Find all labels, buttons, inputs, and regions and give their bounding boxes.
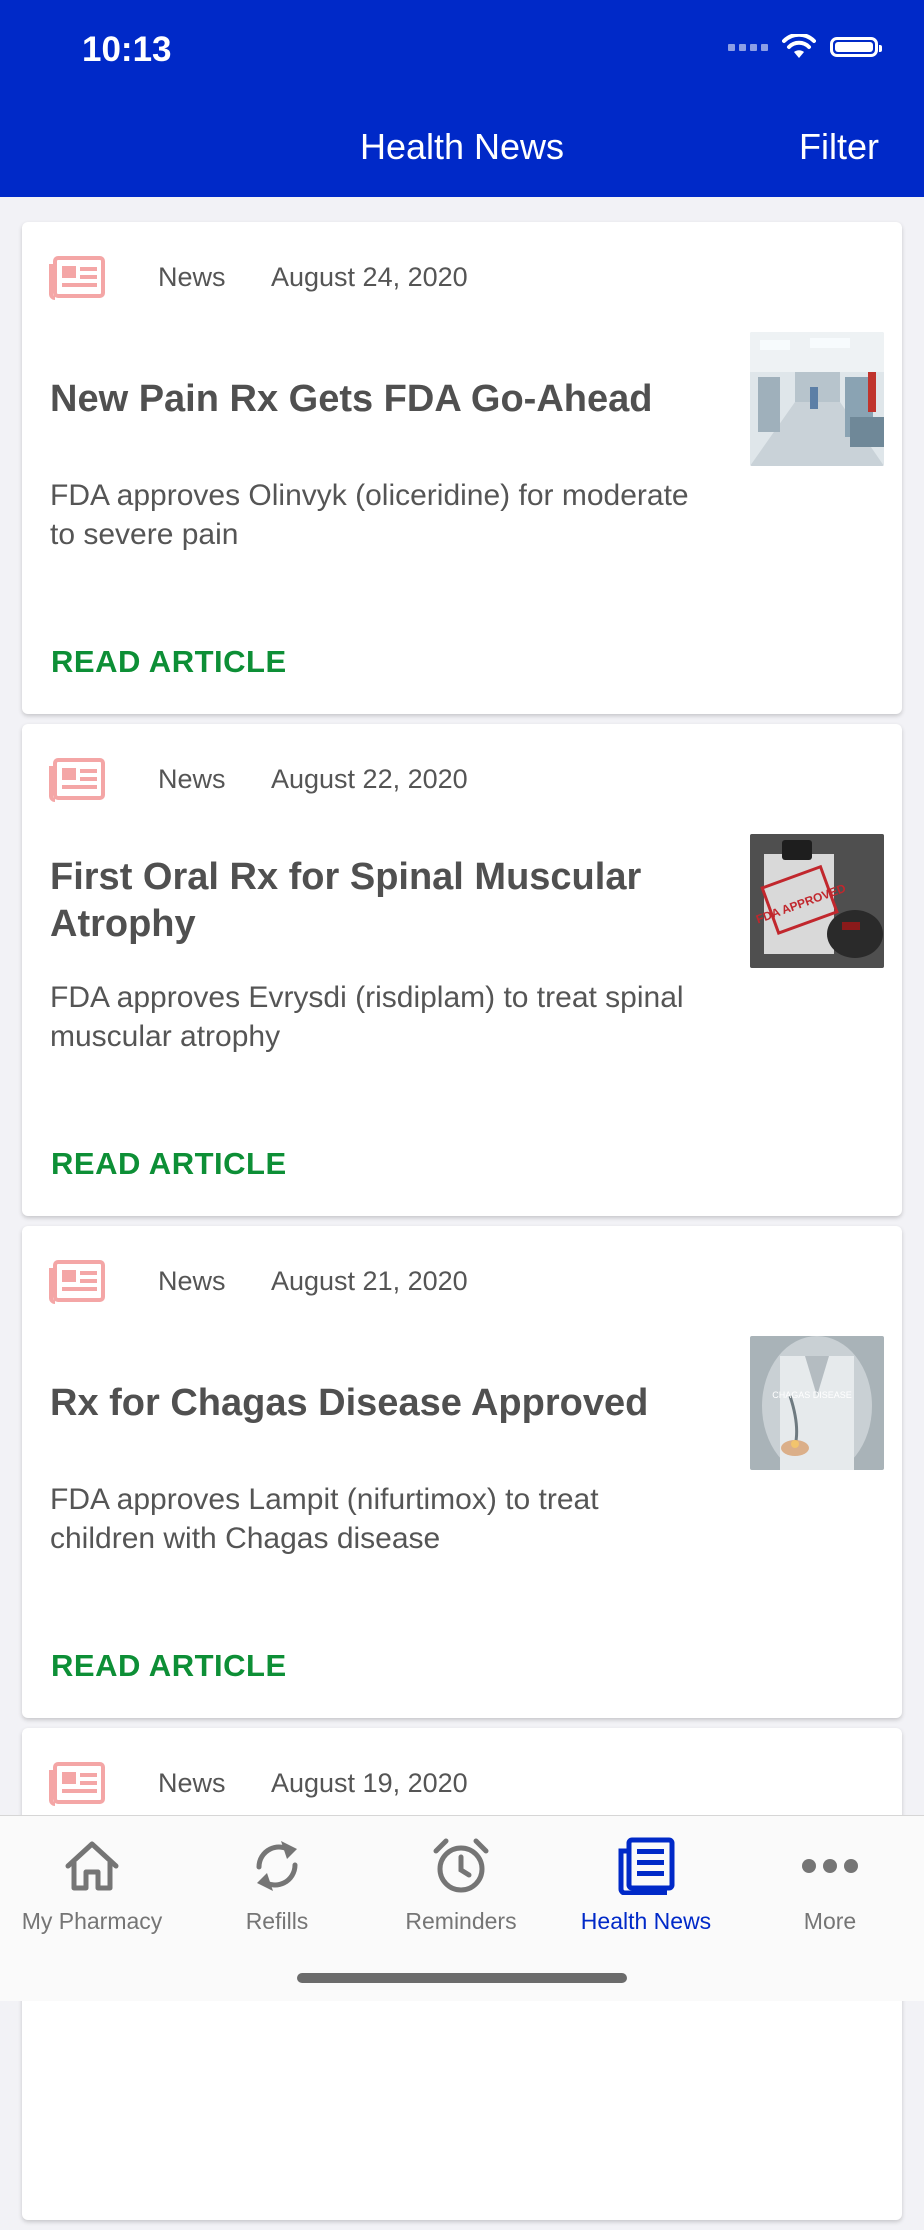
newspaper-icon	[49, 256, 105, 300]
alarm-clock-icon	[433, 1838, 489, 1893]
newspaper-icon	[618, 1837, 675, 1895]
article-description: FDA approves Lampit (nifurtimox) to trea…	[50, 1483, 599, 1555]
filter-button[interactable]: Filter	[799, 126, 879, 168]
tab-label: My Pharmacy	[21, 1908, 163, 1934]
doctor-chagas-disease-image[interactable]: CHAGAS DISEASE	[750, 1336, 884, 1470]
article-type: News	[158, 764, 226, 794]
read-article-link[interactable]: READ ARTICLE	[51, 1648, 287, 1684]
tab-more[interactable]: More	[738, 1834, 922, 1935]
article-title[interactable]: First Oral Rx for Spinal Muscular Atroph…	[50, 841, 700, 961]
article-date: August 19, 2020	[271, 1768, 468, 1798]
home-indicator	[297, 1973, 627, 1983]
article-type: News	[158, 262, 226, 292]
top-nav-bar: 10:13 Health News Filter	[0, 0, 924, 197]
news-card: News August 24, 2020 New Pain Rx Gets FD…	[22, 222, 902, 714]
page-title: Health News	[359, 126, 565, 167]
newspaper-icon	[49, 1260, 105, 1304]
article-title[interactable]: Rx for Chagas Disease Approved	[50, 1343, 700, 1463]
newspaper-icon	[49, 1762, 105, 1806]
status-time: 10:13	[82, 30, 172, 69]
read-article-link[interactable]: READ ARTICLE	[51, 1146, 287, 1182]
news-card: News August 21, 2020 Rx for Chagas Disea…	[22, 1226, 902, 1718]
article-description: FDA approves Olinvyk (oliceridine) for m…	[50, 479, 689, 551]
home-icon	[65, 1841, 119, 1891]
tab-health-news[interactable]: Health News	[554, 1834, 738, 1935]
article-date: August 24, 2020	[271, 262, 468, 292]
article-title[interactable]: New Pain Rx Gets FDA Go-Ahead	[50, 339, 700, 459]
fda-approved-stamp-image[interactable]: FDA APPROVED	[750, 834, 884, 968]
article-type: News	[158, 1768, 226, 1798]
tab-reminders[interactable]: Reminders	[369, 1834, 553, 1935]
status-icons	[728, 34, 882, 60]
more-dots-icon	[802, 1859, 858, 1873]
hospital-corridor-image[interactable]	[750, 332, 884, 466]
article-type: News	[158, 1266, 226, 1296]
wifi-icon	[782, 34, 816, 58]
news-card: News August 22, 2020 First Oral Rx for S…	[22, 724, 902, 1216]
tab-my-pharmacy[interactable]: My Pharmacy	[0, 1834, 184, 1935]
thumbnail-text: CHAGAS DISEASE	[772, 1390, 852, 1400]
read-article-link[interactable]: READ ARTICLE	[51, 644, 287, 680]
article-description: FDA approves Evrysdi (risdiplam) to trea…	[50, 981, 684, 1053]
tab-label: Reminders	[405, 1908, 517, 1934]
battery-icon	[830, 37, 882, 57]
cellular-signal-icon	[728, 43, 768, 51]
refresh-icon	[256, 1841, 298, 1891]
tab-label: Health News	[580, 1908, 712, 1934]
newspaper-icon	[49, 758, 105, 802]
tab-label: Refills	[245, 1908, 309, 1934]
article-date: August 22, 2020	[271, 764, 468, 794]
article-date: August 21, 2020	[271, 1266, 468, 1296]
tab-label: More	[803, 1908, 857, 1934]
tab-refills[interactable]: Refills	[185, 1834, 369, 1935]
